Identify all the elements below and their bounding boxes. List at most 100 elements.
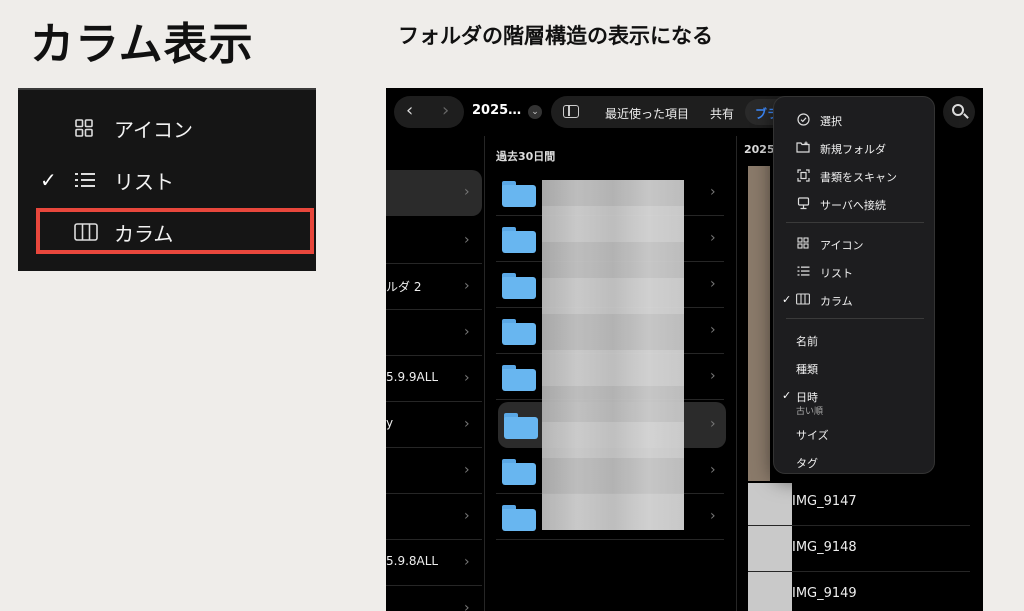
checkmark-icon: ✓ (782, 293, 792, 306)
list-item[interactable]: y › (386, 402, 482, 448)
search-button[interactable] (943, 96, 975, 128)
nav-buttons: ‹ › (394, 96, 464, 128)
folder-icon (504, 413, 538, 439)
chevron-right-icon: › (464, 554, 470, 570)
list-item[interactable]: › (386, 586, 482, 611)
grid-icon (74, 118, 98, 138)
new-folder-icon (796, 141, 810, 154)
list-item[interactable]: › (386, 310, 482, 356)
highlight-box (36, 208, 314, 254)
list-item[interactable]: › (386, 170, 482, 216)
list-icon (796, 265, 810, 278)
server-icon (796, 197, 810, 210)
menu-item-view-icon[interactable]: アイコン (774, 231, 936, 257)
section-header: 2025 (744, 143, 775, 156)
chevron-right-icon: › (464, 232, 470, 248)
folder-icon (502, 319, 536, 345)
chevron-right-icon: › (464, 184, 470, 200)
chevron-down-icon[interactable]: ⌄ (528, 105, 542, 119)
menu-label: リスト (820, 267, 853, 280)
chevron-right-icon: › (464, 370, 470, 386)
file-row[interactable]: IMG_9148 (748, 526, 970, 572)
menu-separator (786, 222, 924, 223)
thumbnail-strip (748, 166, 770, 481)
blurred-names (542, 180, 684, 530)
chevron-right-icon: › (464, 508, 470, 524)
finder-window: ‹ › 2025… ⌄ 最近使った項目 共有 ブラ › › ルダ 2 › › 5.… (386, 88, 983, 611)
folder-name: 5.9.9ALL (386, 370, 439, 384)
menu-label: 種類 (796, 363, 818, 376)
menu-item-select[interactable]: 選択 (774, 107, 936, 133)
menu-item-scan[interactable]: 書類をスキャン (774, 163, 936, 189)
menu-label: 新規フォルダ (820, 143, 886, 156)
sidebar-icon[interactable] (563, 105, 579, 118)
list-item[interactable]: 5.9.9ALL › (386, 356, 482, 402)
column-divider (736, 136, 737, 611)
columns-icon (796, 293, 810, 306)
location-tabs: 最近使った項目 共有 ブラ (551, 96, 811, 128)
chevron-right-icon: › (710, 416, 716, 432)
file-name: IMG_9149 (792, 586, 857, 601)
chevron-right-icon: › (710, 462, 716, 478)
chevron-right-icon: › (710, 276, 716, 292)
folder-icon (502, 273, 536, 299)
menu-item-sort-name[interactable]: 名前 (774, 327, 936, 353)
view-option-icon[interactable]: アイコン (18, 108, 316, 148)
menu-item-sort-date[interactable]: ✓ 日時 古い順 (774, 383, 936, 419)
view-option-list[interactable]: ✓ リスト (18, 160, 316, 200)
sort-order-label: 古い順 (796, 407, 824, 417)
list-item[interactable]: › (386, 218, 482, 264)
folder-name: y (386, 416, 394, 430)
checkmark-icon: ✓ (782, 389, 792, 402)
menu-item-view-list[interactable]: リスト (774, 259, 936, 285)
chevron-right-icon: › (464, 324, 470, 340)
file-row[interactable]: IMG_9147 (748, 480, 970, 526)
list-item[interactable]: ルダ 2 › (386, 264, 482, 310)
tab-shared[interactable]: 共有 (710, 105, 734, 122)
view-options-menu: 選択 新規フォルダ 書類をスキャン サーバへ接続 アイコン リスト ✓ カラム … (773, 96, 935, 474)
folder-name: ルダ 2 (386, 280, 422, 294)
menu-label: タグ (796, 457, 818, 470)
menu-label: サイズ (796, 429, 829, 442)
menu-item-new-folder[interactable]: 新規フォルダ (774, 135, 936, 161)
checkmark-icon: ✓ (40, 168, 57, 192)
menu-item-sort-size[interactable]: サイズ (774, 421, 936, 447)
menu-label: アイコン (820, 239, 864, 252)
checkmark-circle-icon (796, 113, 810, 126)
menu-item-connect-server[interactable]: サーバへ接続 (774, 191, 936, 217)
chevron-right-icon: › (464, 416, 470, 432)
path-title[interactable]: 2025… (472, 103, 521, 118)
page-heading: カラム表示 (30, 19, 254, 70)
chevron-right-icon: › (710, 508, 716, 524)
file-row[interactable]: IMG_9149 (748, 572, 970, 611)
view-option-label: リスト (114, 169, 174, 194)
menu-label: 日時 (796, 391, 818, 404)
menu-item-sort-tag[interactable]: タグ (774, 449, 936, 475)
menu-label: 名前 (796, 335, 818, 348)
column-divider (484, 136, 485, 611)
chevron-right-icon: › (464, 278, 470, 294)
file-name: IMG_9148 (792, 540, 857, 555)
chevron-right-icon: › (710, 230, 716, 246)
menu-label: カラム (820, 295, 853, 308)
grid-icon (796, 237, 810, 250)
forward-button[interactable]: › (442, 100, 449, 121)
back-button[interactable]: ‹ (406, 100, 413, 121)
chevron-right-icon: › (464, 600, 470, 611)
menu-label: 選択 (820, 115, 842, 128)
caption-text: フォルダの階層構造の表示になる (398, 24, 713, 48)
folder-icon (502, 227, 536, 253)
list-icon (74, 170, 98, 190)
zoomed-view-menu: アイコン ✓ リスト カラム (18, 88, 316, 271)
list-item[interactable]: 5.9.8ALL › (386, 540, 482, 586)
list-item[interactable]: › (386, 448, 482, 494)
chevron-right-icon: › (710, 368, 716, 384)
list-item[interactable]: › (386, 494, 482, 540)
tab-recent[interactable]: 最近使った項目 (605, 105, 689, 122)
menu-item-view-column[interactable]: ✓ カラム (774, 287, 936, 313)
folder-icon (502, 505, 536, 531)
folder-icon (502, 459, 536, 485)
menu-item-sort-kind[interactable]: 種類 (774, 355, 936, 381)
chevron-right-icon: › (710, 184, 716, 200)
section-header: 過去30日間 (496, 150, 556, 163)
